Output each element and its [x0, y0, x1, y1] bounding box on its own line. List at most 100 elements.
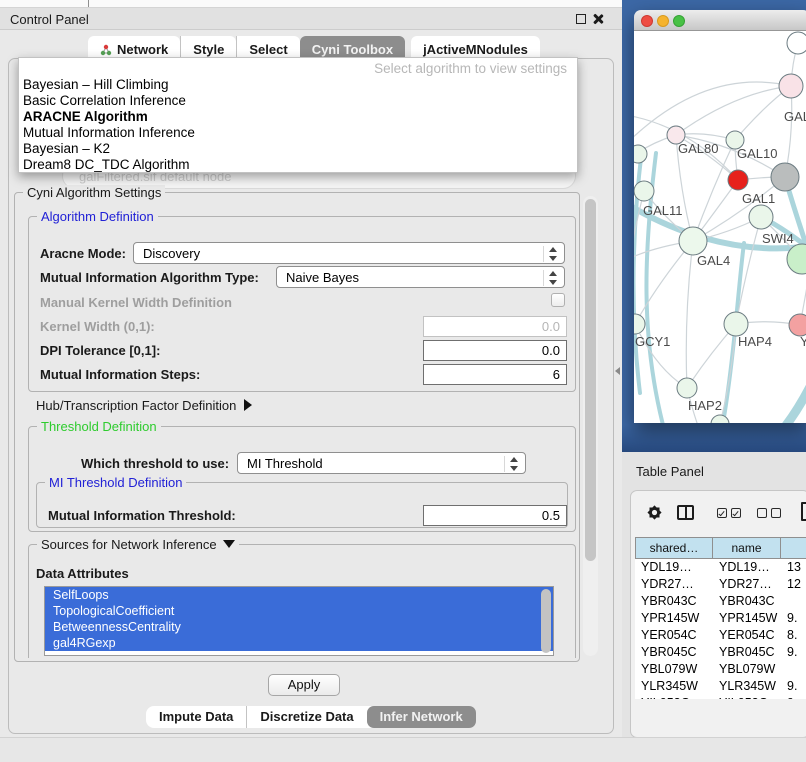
checked-box-icon[interactable]	[731, 508, 741, 518]
columns-icon[interactable]	[677, 505, 694, 520]
table-cell: 9.	[781, 644, 806, 661]
attribute-item-selfloops[interactable]: SelfLoops	[45, 587, 553, 603]
float-panel-button[interactable]	[576, 14, 586, 24]
desktop-background: GALGAL80GAL10GAL1GAL11GAL4SWI4GCY1HAP4YH…	[622, 0, 806, 452]
network-canvas[interactable]: GALGAL80GAL10GAL1GAL11GAL4SWI4GCY1HAP4YH…	[634, 31, 806, 423]
which-threshold-value: MI Threshold	[247, 456, 323, 471]
table-row[interactable]: YDR27…YDR27…12	[635, 576, 806, 593]
tab-network[interactable]: Network	[88, 36, 180, 59]
gear-icon[interactable]	[645, 503, 664, 522]
data-attributes-label: Data Attributes	[36, 566, 129, 581]
mit-field[interactable]: 0.5	[423, 505, 567, 526]
column-header-shared[interactable]: shared…	[635, 537, 713, 559]
table-cell: YDL19…	[635, 559, 713, 576]
network-node-gal1[interactable]	[749, 205, 773, 229]
table-cell: 12	[781, 576, 806, 593]
unchecked-box-icon[interactable]	[757, 508, 767, 518]
tab-discretize-data[interactable]: Discretize Data	[246, 706, 366, 728]
table-cell: 8.	[781, 627, 806, 644]
apply-button[interactable]: Apply	[268, 674, 340, 696]
algorithm-option-bayesian-hill-climbing[interactable]: Bayesian – Hill Climbing	[19, 77, 577, 93]
network-view-window: GALGAL80GAL10GAL1GAL11GAL4SWI4GCY1HAP4YH…	[634, 10, 806, 423]
column-header-name[interactable]: name	[713, 537, 781, 559]
network-node[interactable]	[728, 170, 748, 190]
sources-group-title[interactable]: Sources for Network Inference	[37, 537, 239, 552]
table-row[interactable]: YDL19…YDL19…13	[635, 559, 806, 576]
mi-steps-field[interactable]: 6	[423, 364, 567, 385]
algorithm-option-dream8-dc-tdc-algorithm[interactable]: Dream8 DC_TDC Algorithm	[19, 157, 577, 173]
network-node-hap2[interactable]	[677, 378, 697, 398]
tab-infer-network[interactable]: Infer Network	[367, 706, 476, 728]
table-cell: 9.	[781, 678, 806, 695]
aracne-mode-combo[interactable]: Discovery	[133, 242, 565, 264]
tab-label: Select	[249, 42, 287, 57]
list-scrollbar[interactable]	[541, 589, 551, 653]
network-node-y[interactable]	[789, 314, 806, 336]
network-node-gal11[interactable]	[634, 181, 654, 201]
cyni-bottom-tab-bar: Impute DataDiscretize DataInfer Network	[146, 706, 476, 728]
tab-select[interactable]: Select	[236, 36, 299, 59]
dpi-tolerance-field[interactable]: 0.0	[423, 340, 567, 361]
table-row[interactable]: YLR345WYLR345W9.	[635, 678, 806, 695]
table-cell: YPR145W	[713, 610, 781, 627]
network-node-gal[interactable]	[779, 74, 803, 98]
table-row[interactable]: YIL052CYIL052C9.	[635, 695, 806, 699]
control-panel-title: Control Panel	[10, 12, 89, 27]
table-row[interactable]: YPR145WYPR145W9.	[635, 610, 806, 627]
algorithm-option-aracne-algorithm[interactable]: ARACNE Algorithm	[19, 109, 577, 125]
close-panel-icon[interactable]	[592, 13, 604, 25]
table-cell: YBR045C	[713, 644, 781, 661]
bottom-strip	[0, 737, 806, 762]
table-panel: Table Panel shared…name YDL19…YDL19…13YD…	[622, 452, 806, 737]
column-header-cut[interactable]	[781, 537, 806, 559]
window-close-button[interactable]	[641, 15, 653, 27]
window-zoom-button[interactable]	[673, 15, 685, 27]
mi-type-combo[interactable]: Naive Bayes	[276, 266, 565, 288]
which-threshold-combo[interactable]: MI Threshold	[237, 452, 526, 474]
table-row[interactable]: YBL079WYBL079W	[635, 661, 806, 678]
table-row[interactable]: YBR043CYBR043C	[635, 593, 806, 610]
tab-label: Cyni Toolbox	[312, 42, 393, 57]
attribute-item-gal4rgexp[interactable]: gal4RGexp	[45, 635, 553, 651]
network-node[interactable]	[787, 32, 806, 54]
table-cell: YLR345W	[635, 678, 713, 695]
mi-type-value: Naive Bayes	[286, 270, 359, 285]
network-edge	[635, 241, 693, 324]
node-label-swi4: SWI4	[762, 231, 794, 246]
table-row[interactable]: YBR045CYBR045C9.	[635, 644, 806, 661]
network-node[interactable]	[711, 415, 729, 423]
tab-jactivemnodules[interactable]: jActiveMNodules	[411, 36, 540, 59]
table-cell: YBL079W	[713, 661, 781, 678]
node-label-y: Y	[800, 334, 806, 349]
algorithm-option-mutual-information-inference[interactable]: Mutual Information Inference	[19, 125, 577, 141]
algorithm-option-bayesian-k2[interactable]: Bayesian – K2	[19, 141, 577, 157]
manual-kernel-checkbox[interactable]	[551, 293, 565, 307]
network-window-titlebar[interactable]	[634, 10, 806, 31]
combo-arrows-icon	[509, 456, 519, 472]
mi-threshold-definition-title: MI Threshold Definition	[45, 475, 186, 490]
attribute-item-betweennesscentrality[interactable]: BetweennessCentrality	[45, 619, 553, 635]
settings-scrollbar-thumb[interactable]	[585, 199, 596, 561]
network-node-gcy1[interactable]	[634, 314, 645, 334]
network-node-hap4[interactable]	[724, 312, 748, 336]
algorithm-option-basic-correlation-inference[interactable]: Basic Correlation Inference	[19, 93, 577, 109]
table-cell: 13	[781, 559, 806, 576]
kernel-width-field[interactable]: 0.0	[423, 316, 567, 337]
table-row[interactable]: YER054CYER054C8.	[635, 627, 806, 644]
document-icon[interactable]	[801, 502, 806, 521]
panel-splitter-arrow-icon[interactable]	[615, 367, 620, 375]
network-node[interactable]	[634, 145, 647, 163]
tab-cyni-toolbox[interactable]: Cyni Toolbox	[300, 36, 405, 59]
hub-definition-toggle[interactable]: Hub/Transcription Factor Definition	[36, 398, 252, 413]
node-label-gal4: GAL4	[697, 253, 730, 268]
table-cell: YER054C	[713, 627, 781, 644]
attribute-item-topologicalcoefficient[interactable]: TopologicalCoefficient	[45, 603, 553, 619]
network-node-gal4[interactable]	[679, 227, 707, 255]
tab-style[interactable]: Style	[180, 36, 236, 59]
network-node[interactable]	[771, 163, 799, 191]
checked-box-icon[interactable]	[717, 508, 727, 518]
tab-impute-data[interactable]: Impute Data	[146, 706, 246, 728]
unchecked-box-icon[interactable]	[771, 508, 781, 518]
manual-kernel-label: Manual Kernel Width Definition	[40, 295, 232, 310]
window-minimize-button[interactable]	[657, 15, 669, 27]
